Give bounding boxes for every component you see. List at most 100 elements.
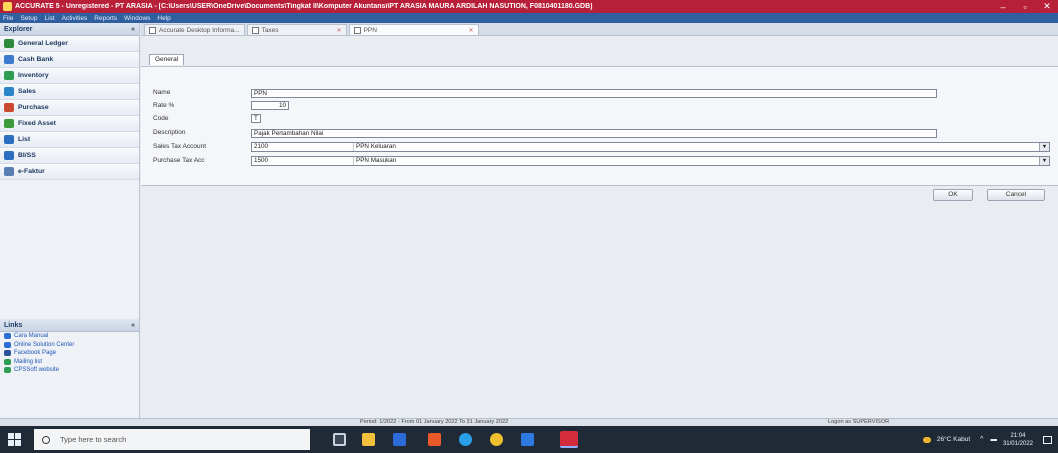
word-icon[interactable] [393,433,406,446]
minimize-button[interactable]: – [992,2,1014,12]
weather-icon [922,436,931,443]
statusbar: Period: 1/2022 - From 01 January 2022 To… [0,418,1058,426]
biss-icon [4,151,14,160]
sales-tax-account-select[interactable]: 2100 PPN Keluaran ▼ [251,142,1050,152]
close-tab-icon[interactable]: ✕ [337,27,342,34]
maximize-button[interactable]: ▫ [1014,2,1036,12]
store-icon[interactable] [521,433,534,446]
link-label: Facebook Page [14,350,57,357]
close-button[interactable]: ✕ [1036,1,1058,12]
sidebar-item-fixed-asset[interactable]: Fixed Asset [0,116,139,132]
sidebar-item-label: Cash Bank [18,56,54,63]
close-tab-icon[interactable]: ✕ [469,27,474,34]
manual-icon [4,333,11,340]
window-title: ACCURATE 5 - Unregistered - PT ARASIA - … [15,3,593,10]
sidebar-item-general-ledger[interactable]: General Ledger [0,36,139,52]
efaktur-icon [4,167,14,176]
tab-label: Taxes [261,26,279,34]
link-facebook[interactable]: Facebook Page [0,349,139,358]
name-label: Name [153,89,171,96]
link-label: CPSSoft website [14,367,60,374]
file-explorer-icon[interactable] [362,433,375,446]
show-hidden-icons-chevron[interactable]: ^ [980,436,983,443]
tab-ppn[interactable]: PPN ✕ [348,24,479,35]
weather-text[interactable]: 26°C Kabut [937,436,970,443]
clock[interactable]: 21:04 31/01/2022 [1003,432,1033,448]
windows-start-icon[interactable] [8,433,21,446]
ok-button[interactable]: OK [933,189,973,201]
menu-setup[interactable]: Setup [20,15,37,22]
system-tray: 26°C Kabut ^ ▬ 21:04 31/01/2022 [922,426,1052,453]
link-website[interactable]: CPSSoft website [0,366,139,375]
network-icon[interactable]: ▬ [990,436,997,443]
sidebar-item-sales[interactable]: Sales [0,84,139,100]
tax-form: Name PPN Rate % 10 Code T Description Pa… [141,66,1058,186]
description-label: Description [153,129,186,136]
sales-icon [4,87,14,96]
explorer-header: Explorer « [0,23,139,36]
rate-field[interactable]: 10 [251,101,289,110]
list-icon [4,135,14,144]
sidebar-item-cash-bank[interactable]: Cash Bank [0,52,139,68]
link-manual[interactable]: Cara Manual [0,332,139,341]
sidebar-item-label: Purchase [18,104,49,111]
inventory-icon [4,71,14,80]
sales-account-code: 2100 [252,143,354,151]
code-label: Code [153,115,169,122]
sidebar-item-label: Sales [18,88,36,95]
menu-activities[interactable]: Activities [62,15,88,22]
link-label: Cara Manual [14,333,49,340]
tab-desktop-information[interactable]: Accurate Desktop Informa... [144,24,245,35]
mailing-list-icon [4,358,11,365]
sidebar-item-purchase[interactable]: Purchase [0,100,139,116]
notification-icon[interactable] [1043,435,1052,444]
sidebar-item-label: General Ledger [18,40,68,47]
tab-page-icon [149,26,156,34]
sidebar-item-efaktur[interactable]: e-Faktur [0,164,139,180]
links-collapse-button[interactable]: « [131,322,135,329]
edge-icon[interactable] [459,433,472,446]
purchase-account-code: 1500 [252,157,354,165]
link-solution-center[interactable]: Online Solution Center [0,341,139,350]
tab-taxes[interactable]: Taxes ✕ [246,24,347,35]
description-field[interactable]: Pajak Pertambahan Nilai [251,129,937,138]
powerpoint-icon[interactable] [428,433,441,446]
cancel-button[interactable]: Cancel [987,189,1045,201]
accurate-taskbar-icon[interactable] [560,431,578,448]
taskbar-search-input[interactable]: Type here to search [34,429,310,450]
chevron-down-icon[interactable]: ▼ [1039,157,1049,165]
sidebar-item-label: e-Faktur [18,168,45,175]
explorer-collapse-button[interactable]: « [131,26,135,33]
menu-file[interactable]: File [3,15,13,22]
menu-list[interactable]: List [44,15,54,22]
chrome-icon[interactable] [490,433,503,446]
menu-help[interactable]: Help [157,15,170,22]
status-period: Period: 1/2022 - From 01 January 2022 To… [360,419,509,425]
purchase-account-name: PPN Masukan [356,157,397,164]
sidebar-item-label: BI/SS [18,152,36,159]
explorer-title: Explorer [4,25,33,33]
website-icon [4,367,11,374]
menu-reports[interactable]: Reports [94,15,117,22]
name-field[interactable]: PPN [251,89,937,98]
solution-center-icon [4,341,11,348]
general-ledger-icon [4,39,14,48]
facebook-icon [4,350,11,357]
sidebar-item-inventory[interactable]: Inventory [0,68,139,84]
status-login: Logon as SUPERVISOR [828,419,890,425]
menu-windows[interactable]: Windows [124,15,150,22]
sidebar-item-list[interactable]: List [0,132,139,148]
accurate-app-icon [3,2,12,11]
purchase-tax-account-select[interactable]: 1500 PPN Masukan ▼ [251,156,1050,166]
link-label: Mailing list [14,358,43,365]
tab-label-wrap: PPN [353,26,377,34]
tab-general[interactable]: General [149,54,185,65]
cash-bank-icon [4,55,14,64]
code-field[interactable]: T [251,114,261,123]
link-mailing-list[interactable]: Mailing list [0,358,139,367]
chevron-down-icon[interactable]: ▼ [1039,143,1049,151]
sidebar-item-biss[interactable]: BI/SS [0,148,139,164]
links-title: Links [4,321,23,329]
tab-label-wrap: Taxes [251,26,279,34]
task-view-icon[interactable] [333,433,346,446]
